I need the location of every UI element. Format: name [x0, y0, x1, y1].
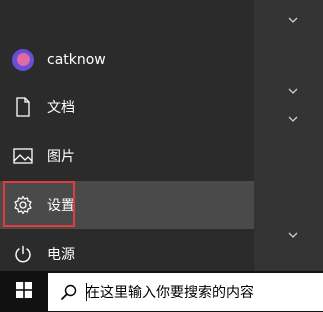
menu-item-settings[interactable]: 设置 — [0, 181, 254, 229]
start-button[interactable] — [0, 271, 48, 312]
chevron-down-icon[interactable] — [285, 229, 301, 241]
search-placeholder: 在这里输入你要搜索的内容 — [86, 285, 254, 301]
gear-icon — [12, 194, 34, 216]
menu-item-pictures[interactable]: 图片 — [0, 132, 254, 180]
start-menu: catknow 文档 图片 设置 电源 — [0, 0, 323, 271]
chevron-down-icon[interactable] — [285, 113, 301, 125]
menu-item-pictures-label: 图片 — [47, 149, 75, 165]
search-icon — [60, 283, 78, 301]
user-avatar-icon — [12, 49, 34, 71]
menu-item-power-label: 电源 — [47, 247, 75, 263]
menu-item-settings-label: 设置 — [47, 198, 75, 214]
start-menu-left-rail: catknow 文档 图片 设置 电源 — [0, 0, 254, 271]
picture-icon — [12, 145, 34, 167]
chevron-down-icon[interactable] — [285, 85, 301, 97]
text-caret — [86, 283, 87, 301]
menu-item-documents[interactable]: 文档 — [0, 83, 254, 131]
search-input[interactable]: 在这里输入你要搜索的内容 — [48, 273, 323, 311]
chevron-down-icon[interactable] — [285, 14, 301, 26]
windows-logo-icon — [16, 281, 32, 302]
document-icon — [12, 96, 34, 118]
menu-item-user[interactable]: catknow — [0, 36, 254, 84]
menu-item-documents-label: 文档 — [47, 100, 75, 116]
taskbar: 在这里输入你要搜索的内容 — [0, 271, 323, 312]
power-icon — [12, 243, 34, 265]
menu-item-user-label: catknow — [47, 52, 106, 68]
